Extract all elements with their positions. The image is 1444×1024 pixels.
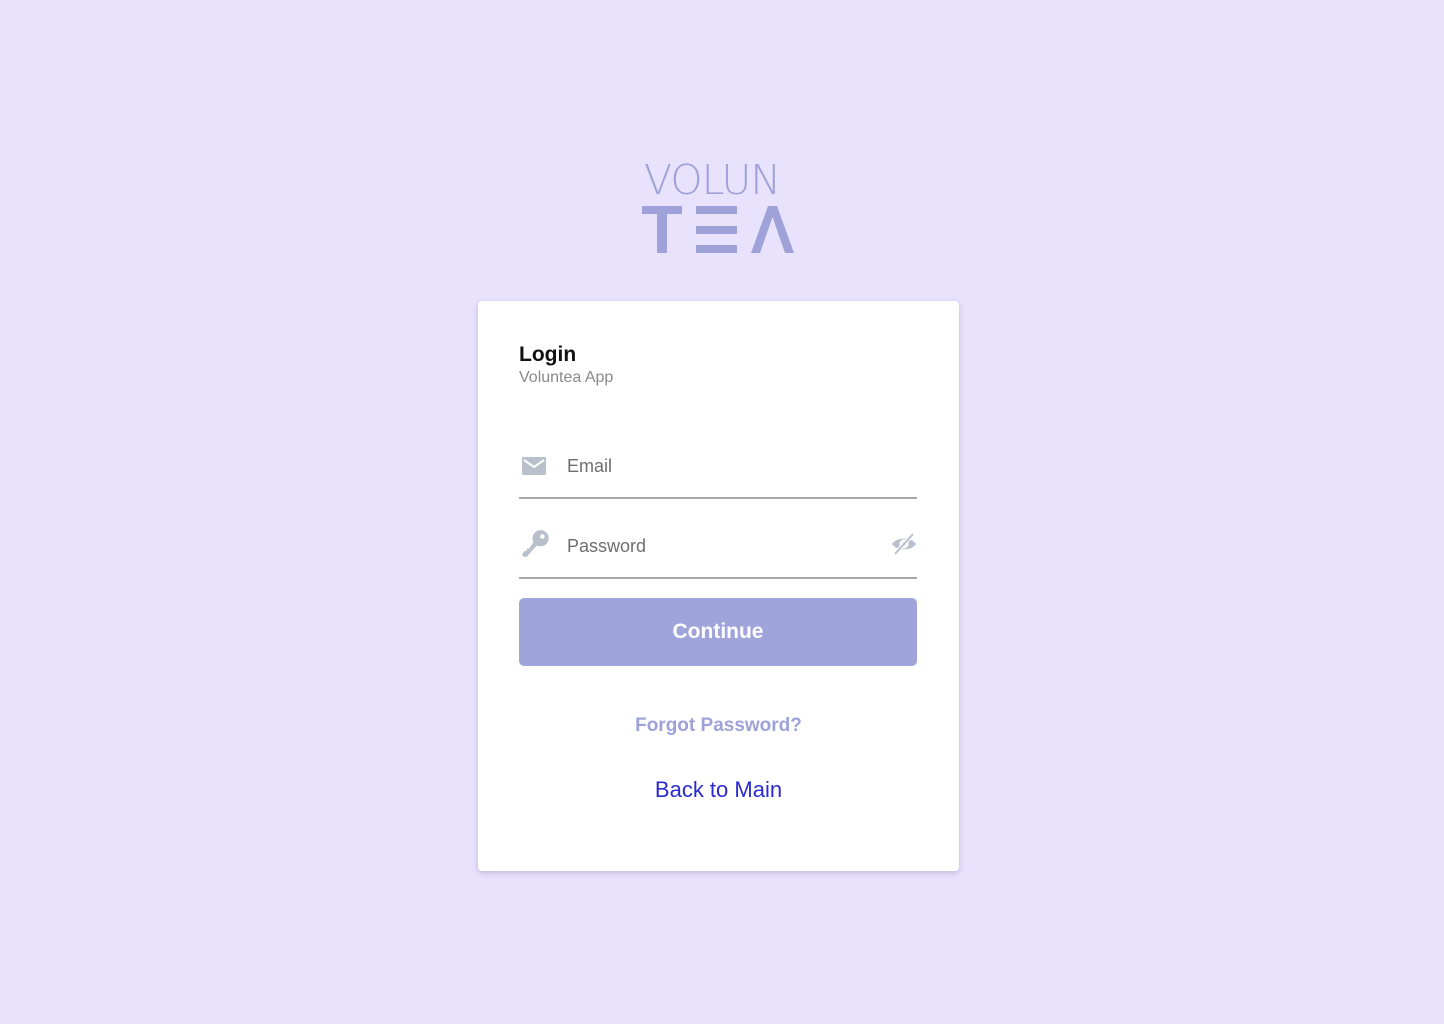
login-card: Login Voluntea App Continue Forgot Passw…	[478, 301, 959, 871]
password-input[interactable]	[567, 531, 867, 561]
key-icon	[522, 530, 549, 557]
login-title: Login	[519, 343, 577, 366]
logo-text-tea	[642, 206, 794, 253]
mail-icon	[522, 457, 546, 475]
back-to-main-link[interactable]: Back to Main	[478, 777, 959, 803]
voluntea-logo: VOLUN	[640, 158, 796, 258]
continue-button[interactable]: Continue	[519, 598, 917, 666]
logo-text-volun: VOLUN	[644, 156, 781, 204]
eye-off-icon[interactable]	[891, 531, 917, 557]
password-field	[519, 527, 917, 579]
forgot-password-link[interactable]: Forgot Password?	[478, 715, 959, 737]
email-field	[519, 447, 917, 499]
email-input[interactable]	[567, 451, 867, 481]
login-subtitle: Voluntea App	[519, 369, 614, 386]
